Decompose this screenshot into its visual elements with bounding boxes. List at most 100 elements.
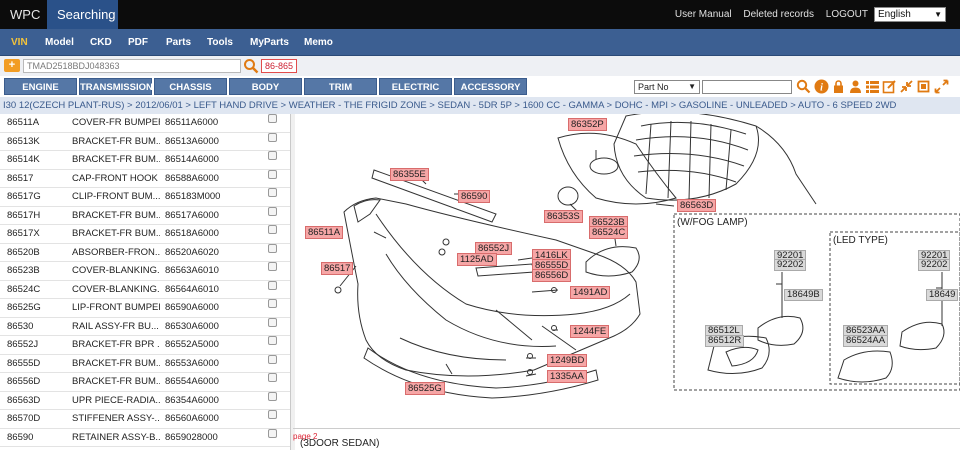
tab-engine[interactable]: ENGINE bbox=[4, 78, 77, 95]
fog-label-86512r[interactable]: 86512R bbox=[705, 335, 745, 347]
tab-accessory[interactable]: ACCESSORY bbox=[454, 78, 527, 95]
row-checkbox[interactable] bbox=[268, 188, 277, 197]
tab-wpc[interactable]: WPC bbox=[0, 0, 47, 29]
callout-86355e[interactable]: 86355E bbox=[390, 168, 429, 181]
table-row[interactable]: 86513K BRACKET-FR BUM... 86513A6000 bbox=[0, 132, 290, 151]
table-row[interactable]: 86517H BRACKET-FR BUM... 86517A6000 bbox=[0, 206, 290, 225]
user-manual-link[interactable]: User Manual bbox=[675, 9, 732, 20]
callout-86563d[interactable]: 86563D bbox=[677, 199, 717, 212]
range-badge[interactable]: 86-865 bbox=[261, 59, 297, 73]
table-row[interactable]: 86525G LIP-FRONT BUMPER 86590A6000 bbox=[0, 299, 290, 318]
led-label-92202[interactable]: 92202 bbox=[918, 259, 951, 271]
fog-label-18649b[interactable]: 18649B bbox=[784, 289, 823, 301]
add-button[interactable]: + bbox=[4, 59, 20, 72]
callout-1249bd[interactable]: 1249BD bbox=[547, 354, 588, 367]
fog-label-92202[interactable]: 92202 bbox=[774, 259, 807, 271]
edit-icon[interactable] bbox=[882, 79, 897, 94]
table-row[interactable]: 86514K BRACKET-FR BUM... 86514A6000 bbox=[0, 151, 290, 170]
table-row[interactable]: 86530 RAIL ASSY-FR BU... 86530A6000 bbox=[0, 317, 290, 336]
table-row[interactable]: 86520B ABSORBER-FRON... 86520A6020 bbox=[0, 243, 290, 262]
table-row[interactable]: 86511A COVER-FR BUMPER 86511A6000 bbox=[0, 114, 290, 133]
callout-86556d[interactable]: 86556D bbox=[532, 269, 572, 282]
deleted-records-link[interactable]: Deleted records bbox=[743, 9, 814, 20]
list-icon[interactable] bbox=[865, 79, 880, 94]
led-label-18649[interactable]: 18649 bbox=[926, 289, 959, 301]
callout-86525g[interactable]: 86525G bbox=[405, 382, 445, 395]
tab-searching[interactable]: Searching bbox=[47, 0, 118, 29]
row-checkbox[interactable] bbox=[268, 225, 277, 234]
row-checkbox[interactable] bbox=[268, 132, 277, 142]
scrollbar[interactable] bbox=[291, 114, 295, 450]
tab-electric[interactable]: ELECTRIC bbox=[379, 78, 452, 95]
table-row[interactable]: 86556D BRACKET-FR BUM... 86554A6000 bbox=[0, 373, 290, 392]
nav-ckd[interactable]: CKD bbox=[90, 29, 112, 56]
user-icon[interactable] bbox=[848, 79, 863, 94]
tab-transmission[interactable]: TRANSMISSION bbox=[79, 78, 153, 95]
collapse-icon[interactable] bbox=[899, 79, 914, 94]
part-name: CAP-FRONT HOOK bbox=[72, 172, 158, 184]
row-checkbox[interactable] bbox=[268, 428, 277, 438]
callout-1244fe[interactable]: 1244FE bbox=[570, 325, 610, 338]
row-checkbox[interactable] bbox=[268, 354, 277, 364]
row-checkbox[interactable] bbox=[268, 262, 277, 271]
tab-chassis[interactable]: CHASSIS bbox=[154, 78, 227, 95]
top-links: User Manual Deleted records LOGOUT bbox=[666, 0, 868, 29]
callout-86353s[interactable]: 86353S bbox=[544, 210, 583, 223]
row-checkbox[interactable] bbox=[268, 317, 277, 327]
table-row[interactable]: 86517X BRACKET-FR BUM... 86518A6000 bbox=[0, 225, 290, 244]
row-checkbox[interactable] bbox=[268, 151, 277, 160]
lock-icon[interactable] bbox=[831, 79, 846, 94]
row-checkbox[interactable] bbox=[268, 391, 277, 401]
expand-icon[interactable] bbox=[934, 79, 949, 94]
callout-86511a[interactable]: 86511A bbox=[305, 226, 344, 239]
callout-86524c[interactable]: 86524C bbox=[589, 226, 629, 239]
part-number: 86560A6000 bbox=[165, 413, 219, 424]
language-select[interactable]: English ▼ bbox=[874, 7, 946, 22]
led-label-86524aa[interactable]: 86524AA bbox=[843, 335, 889, 347]
search-icon[interactable] bbox=[243, 58, 259, 74]
nav-vin[interactable]: VIN bbox=[11, 29, 28, 56]
nav-myparts[interactable]: MyParts bbox=[250, 29, 289, 56]
callout-1491ad[interactable]: 1491AD bbox=[570, 286, 611, 299]
tab-trim[interactable]: TRIM bbox=[304, 78, 377, 95]
part-number: 86563A6010 bbox=[165, 265, 219, 276]
vin-input[interactable]: TMAD2518BDJ048363 bbox=[23, 59, 241, 73]
row-checkbox[interactable] bbox=[268, 206, 277, 216]
row-checkbox[interactable] bbox=[268, 169, 277, 179]
row-checkbox[interactable] bbox=[268, 336, 277, 345]
table-row[interactable]: 86590 RETAINER ASSY-B... 8659028000 bbox=[0, 428, 290, 447]
nav-tools[interactable]: Tools bbox=[207, 29, 233, 56]
tab-body[interactable]: BODY bbox=[229, 78, 302, 95]
nav-parts[interactable]: Parts bbox=[166, 29, 191, 56]
fit-screen-icon[interactable] bbox=[916, 79, 931, 94]
nav-memo[interactable]: Memo bbox=[304, 29, 333, 56]
nav-model[interactable]: Model bbox=[45, 29, 74, 56]
row-checkbox[interactable] bbox=[268, 114, 277, 123]
table-row[interactable]: 86563D UPR PIECE-RADIA... 86354A6000 bbox=[0, 391, 290, 410]
logout-link[interactable]: LOGOUT bbox=[826, 9, 868, 20]
row-checkbox[interactable] bbox=[268, 373, 277, 382]
info-icon[interactable]: i bbox=[814, 79, 829, 94]
callout-86590[interactable]: 86590 bbox=[458, 190, 491, 203]
table-row[interactable]: 86517G CLIP-FRONT BUM... 865183M000 bbox=[0, 188, 290, 207]
search-icon[interactable] bbox=[796, 79, 811, 94]
row-checkbox[interactable] bbox=[268, 280, 277, 290]
callout-1125ad[interactable]: 1125AD bbox=[457, 253, 497, 266]
table-row[interactable]: 86524C COVER-BLANKING... 86564A6010 bbox=[0, 280, 290, 299]
table-row[interactable]: 86552J BRACKET-FR BPR ... 86552A5000 bbox=[0, 336, 290, 355]
breadcrumb[interactable]: I30 12(CZECH PLANT-RUS) > 2012/06/01 > L… bbox=[0, 97, 960, 114]
table-row[interactable]: 86523B COVER-BLANKING... 86563A6010 bbox=[0, 262, 290, 281]
part-number: 86552A5000 bbox=[165, 339, 219, 350]
callout-86517[interactable]: 86517 bbox=[321, 262, 354, 275]
part-no-select[interactable]: Part No ▼ bbox=[634, 80, 700, 94]
callout-86352p[interactable]: 86352P bbox=[568, 118, 607, 131]
row-checkbox[interactable] bbox=[268, 410, 277, 419]
callout-1335aa[interactable]: 1335AA bbox=[547, 370, 587, 383]
table-row[interactable]: 86517 CAP-FRONT HOOK 86588A6000 bbox=[0, 169, 290, 188]
row-checkbox[interactable] bbox=[268, 243, 277, 253]
nav-pdf[interactable]: PDF bbox=[128, 29, 148, 56]
part-no-input[interactable] bbox=[702, 80, 792, 94]
table-row[interactable]: 86555D BRACKET-FR BUM... 86553A6000 bbox=[0, 354, 290, 373]
row-checkbox[interactable] bbox=[268, 299, 277, 308]
table-row[interactable]: 86570D STIFFENER ASSY-... 86560A6000 bbox=[0, 410, 290, 429]
